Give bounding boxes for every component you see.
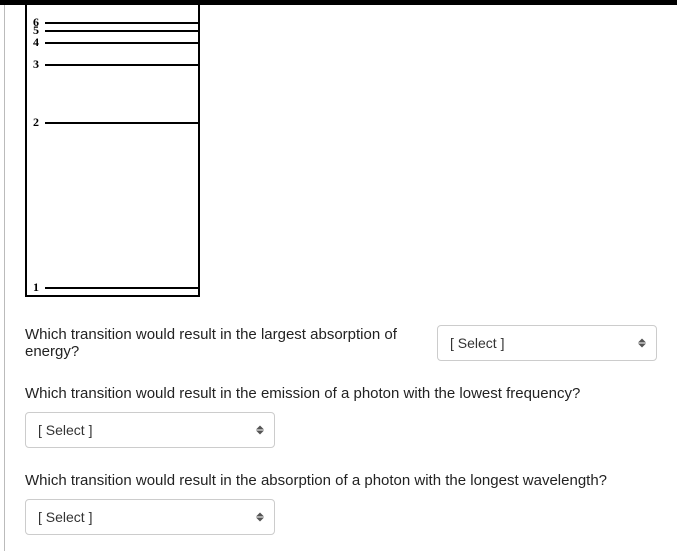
level-label: 1: [27, 280, 45, 295]
level-line: [45, 42, 198, 44]
question-text: Which transition would result in the abs…: [25, 472, 607, 489]
level-line: [45, 30, 198, 32]
select-placeholder: [ Select ]: [38, 509, 92, 525]
level-line: [45, 287, 198, 289]
chevron-updown-icon: [638, 339, 646, 348]
select-dropdown-q2[interactable]: [ Select ]: [25, 412, 275, 448]
question-2: Which transition would result in the emi…: [25, 385, 657, 448]
chevron-updown-icon: [256, 426, 264, 435]
select-placeholder: [ Select ]: [450, 335, 504, 351]
select-placeholder: [ Select ]: [38, 422, 92, 438]
select-dropdown-q1[interactable]: [ Select ]: [437, 325, 657, 361]
energy-level-2: 2: [27, 115, 198, 130]
energy-level-4: 4: [27, 35, 198, 50]
level-line: [45, 64, 198, 66]
question-text: Which transition would result in the lar…: [25, 326, 429, 360]
level-label: 4: [27, 35, 45, 50]
energy-level-diagram: 6 5 4 3 2 1: [25, 5, 200, 297]
select-dropdown-q3[interactable]: [ Select ]: [25, 499, 275, 535]
question-text: Which transition would result in the emi…: [25, 385, 580, 402]
content-area: 6 5 4 3 2 1 Which transition would resul…: [4, 5, 677, 551]
energy-level-3: 3: [27, 57, 198, 72]
level-line: [45, 122, 198, 124]
question-1: Which transition would result in the lar…: [25, 325, 657, 361]
question-3: Which transition would result in the abs…: [25, 472, 657, 535]
level-label: 3: [27, 57, 45, 72]
energy-level-1: 1: [27, 280, 198, 295]
chevron-updown-icon: [256, 513, 264, 522]
level-label: 2: [27, 115, 45, 130]
